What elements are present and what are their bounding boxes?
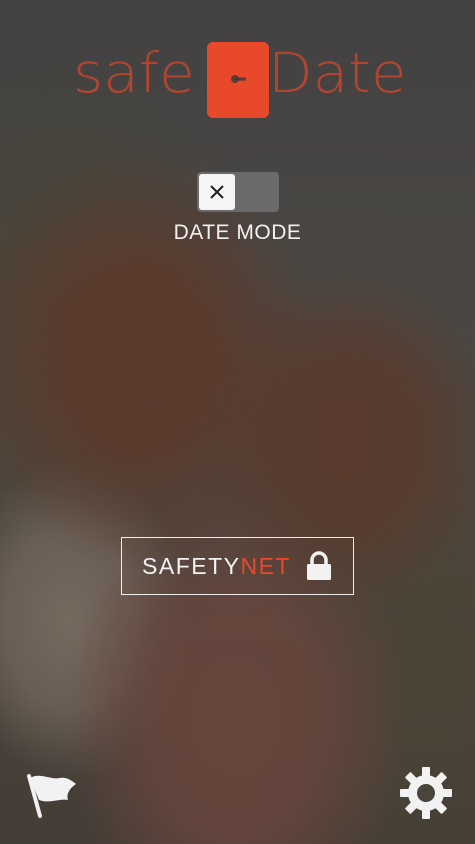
logo-text-date: Date — [268, 40, 407, 106]
logo-text-safe: safe — [73, 40, 195, 106]
date-mode-toggle[interactable] — [197, 172, 279, 212]
flag-icon — [27, 774, 76, 818]
gear-icon — [400, 767, 452, 819]
app-screen: safe Date DATE MODE SAFETYNET — [0, 0, 475, 844]
date-mode-label: DATE MODE — [173, 221, 302, 244]
safety-net-label: SAFETYNET — [142, 553, 291, 580]
logo-door-icon — [207, 42, 269, 118]
keyhole-icon — [231, 75, 246, 83]
safety-net-label-part1: SAFETY — [142, 552, 241, 579]
close-icon — [210, 185, 224, 199]
report-flag-button[interactable] — [26, 770, 78, 820]
lock-icon — [306, 551, 331, 580]
toggle-knob[interactable] — [199, 174, 235, 210]
safety-net-button[interactable]: SAFETYNET — [121, 537, 354, 595]
settings-button[interactable] — [398, 765, 454, 821]
safety-net-label-part2: NET — [240, 552, 291, 579]
